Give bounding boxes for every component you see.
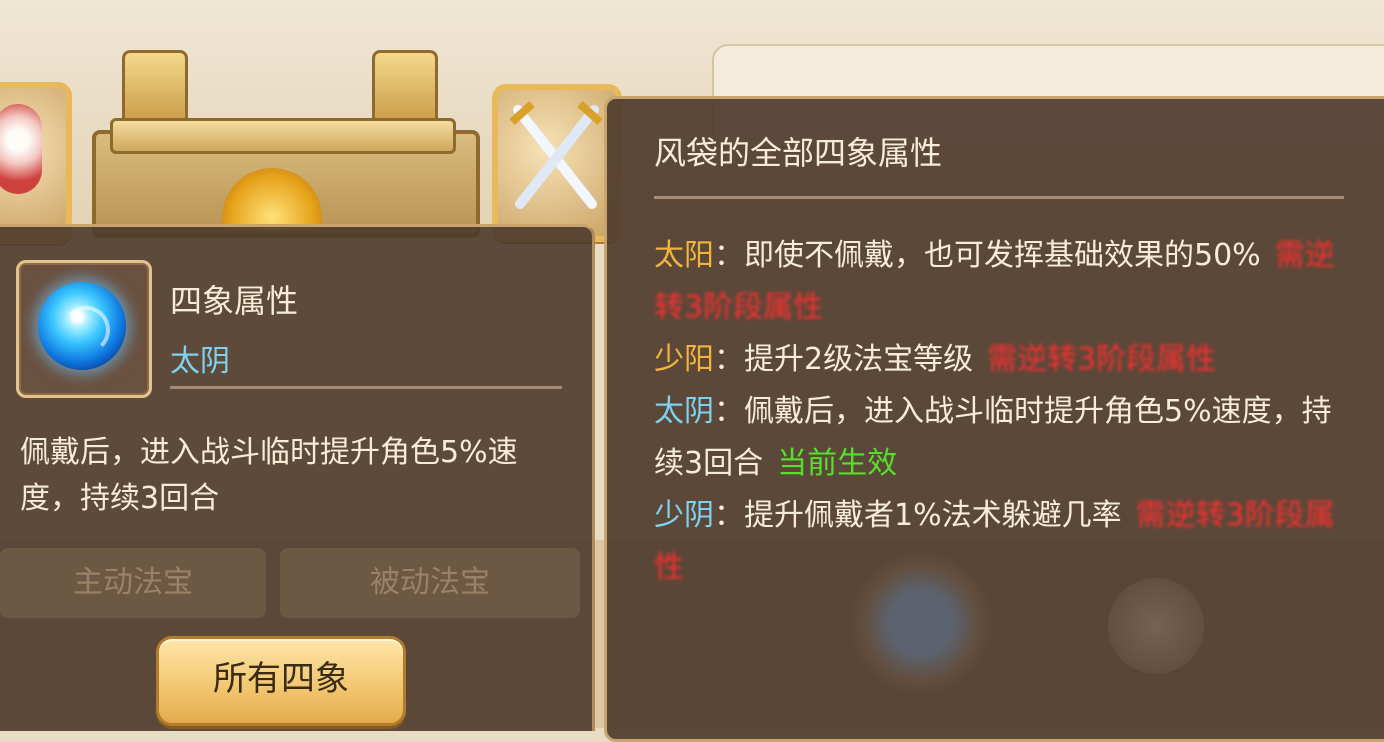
attribute-entry: 少阳：提升2级法宝等级 需逆转3阶段属性: [654, 334, 1344, 386]
attribute-tag: 太阴: [654, 394, 714, 429]
attribute-text: 提升佩戴者1%法术躲避几率: [744, 498, 1122, 533]
attribute-entry: 少阴：提升佩戴者1%法术躲避几率 需逆转3阶段属性: [654, 490, 1344, 594]
red-orb-icon: [0, 104, 42, 194]
attribute-tag: 少阳: [654, 342, 714, 377]
attribute-text: 佩戴后，进入战斗临时提升角色5%速度，持续3回合: [654, 394, 1332, 481]
attribute-separator: ：: [714, 238, 744, 273]
divider: [170, 386, 562, 389]
all-attributes-button[interactable]: 所有四象: [156, 636, 406, 726]
attribute-entry: 太阳：即使不佩戴，也可发挥基础效果的50% 需逆转3阶段属性: [654, 230, 1344, 334]
item-description: 佩戴后，进入战斗临时提升角色5%速度，持续3回合: [20, 435, 518, 516]
tab-active-treasure[interactable]: 主动法宝: [0, 548, 266, 618]
crossed-swords-icon: [509, 101, 603, 209]
attribute-separator: ：: [714, 342, 744, 377]
orb-swirl: [62, 306, 110, 354]
attributes-list: 太阳：即使不佩戴，也可发挥基础效果的50% 需逆转3阶段属性 少阳：提升2级法宝等…: [654, 230, 1344, 594]
temple-ornament-right: [372, 50, 438, 126]
item-subtitle: 太阴: [170, 344, 230, 379]
temple-top: [110, 118, 456, 154]
attribute-entry: 太阴：佩戴后，进入战斗临时提升角色5%速度，持续3回合 当前生效: [654, 386, 1344, 490]
background-tabs: 主动法宝 被动法宝: [0, 548, 592, 620]
item-title: 四象属性: [170, 282, 299, 320]
attribute-tag: 太阳: [654, 238, 714, 273]
attribute-separator: ：: [714, 394, 744, 429]
attribute-status-active: 当前生效: [777, 446, 898, 481]
attribute-tag: 少阴: [654, 498, 714, 533]
temple-ornament-left: [122, 50, 188, 126]
tab-passive-treasure[interactable]: 被动法宝: [280, 548, 580, 618]
attribute-text: 即使不佩戴，也可发挥基础效果的50%: [744, 238, 1261, 273]
attribute-status-locked: 需逆转3阶段属性: [987, 342, 1217, 377]
attribute-separator: ：: [714, 498, 744, 533]
attributes-title: 风袋的全部四象属性: [654, 134, 943, 172]
divider: [654, 196, 1344, 199]
attribute-text: 提升2级法宝等级: [744, 342, 974, 377]
